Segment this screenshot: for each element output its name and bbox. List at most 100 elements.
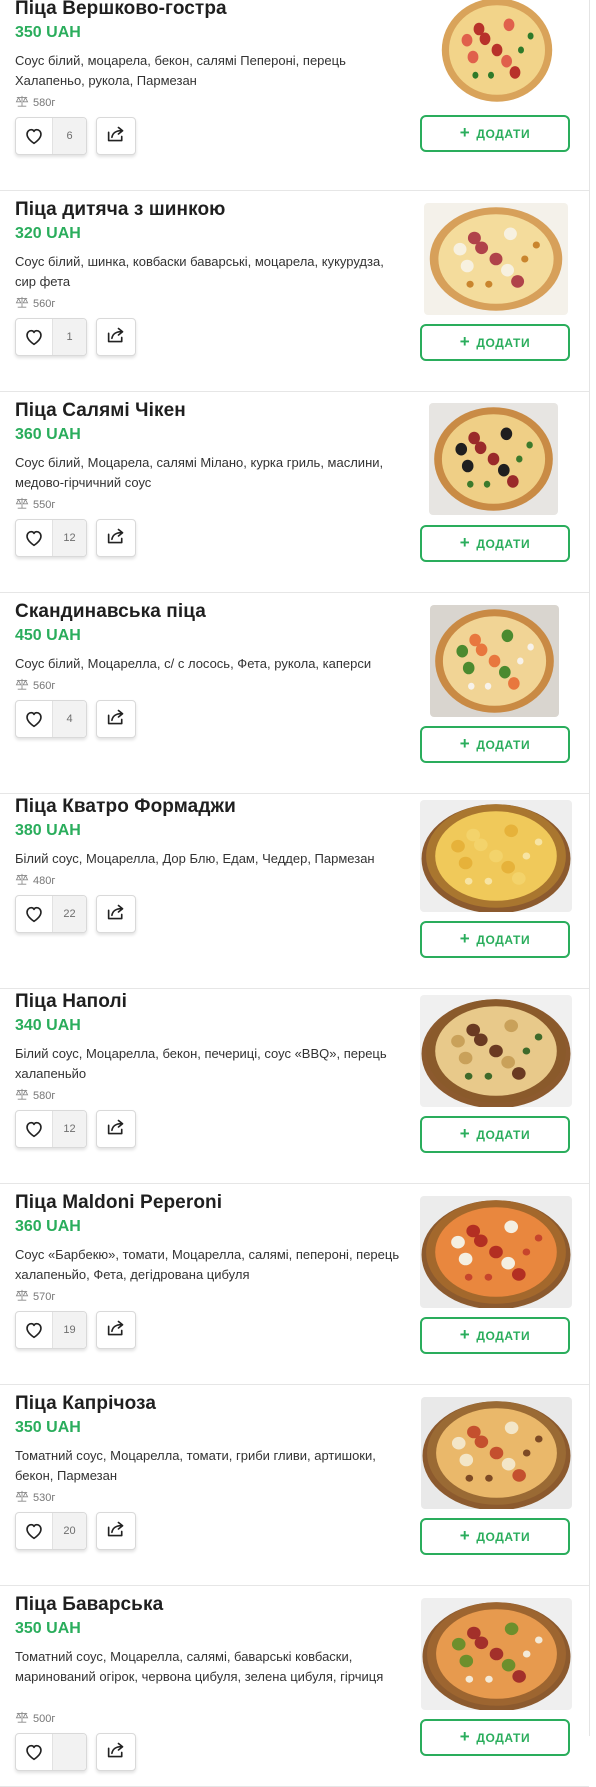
product-price: 450 UAH [15,627,81,644]
share-button[interactable] [96,1311,136,1349]
like-count: 22 [52,896,86,932]
heart-icon [16,896,52,932]
add-to-cart-button[interactable]: + ДОДАТИ [420,921,570,958]
product-price: 380 UAH [15,822,81,839]
plus-icon: + [459,332,471,351]
add-button-label: ДОДАТИ [476,1529,531,1544]
like-count: 6 [52,118,86,154]
share-icon [106,1319,126,1342]
add-to-cart-button[interactable]: + ДОДАТИ [420,1518,570,1555]
product-description: Томатний соус, Моцарелла, салямі, баварс… [15,1649,384,1684]
product-weight: 580г [15,1088,55,1103]
add-to-cart-button[interactable]: + ДОДАТИ [420,1317,570,1354]
share-button[interactable] [96,895,136,933]
product-description: Томатний соус, Моцарелла, томати, гриби … [15,1448,376,1483]
scales-icon [15,678,29,693]
product-image[interactable] [437,0,557,106]
add-to-cart-button[interactable]: + ДОДАТИ [420,324,570,361]
like-count: 19 [52,1312,86,1348]
product-image[interactable] [421,1598,572,1710]
product-price: 350 UAH [15,1419,81,1436]
product-name[interactable]: Піца Баварська [15,1594,163,1616]
weight-value: 480г [33,874,56,887]
product-name[interactable]: Піца Салямі Чікен [15,400,186,422]
scales-icon [15,873,29,888]
product-price: 350 UAH [15,1620,81,1637]
product-card: Піца Кватро Формаджи 380 UAH Білий соус,… [0,789,589,989]
heart-icon [16,1111,52,1147]
product-list: Піца Вершково-гостра 350 UAH Соус білий,… [0,0,590,1787]
add-to-cart-button[interactable]: + ДОДАТИ [420,525,570,562]
product-price: 350 UAH [15,24,81,41]
product-weight: 480г [15,873,55,888]
product-card: Піца Капрічоза 350 UAH Томатний соус, Мо… [0,1386,589,1586]
product-image[interactable] [420,800,572,912]
like-button[interactable]: 1 [15,318,87,356]
product-name[interactable]: Піца Вершково-гостра [15,0,227,20]
like-button[interactable]: 4 [15,700,87,738]
like-count [52,1734,86,1770]
like-count: 12 [52,520,86,556]
product-name[interactable]: Піца Капрічоза [15,1393,156,1415]
product-weight: 530г [15,1490,55,1505]
product-weight: 560г [15,678,55,693]
plus-icon: + [459,734,471,753]
like-button[interactable]: 22 [15,895,87,933]
product-name[interactable]: Піца Наполі [15,991,127,1013]
add-to-cart-button[interactable]: + ДОДАТИ [420,1719,570,1756]
like-count: 12 [52,1111,86,1147]
weight-value: 500г [33,1712,56,1725]
product-image[interactable] [430,605,559,717]
scales-icon [15,497,29,512]
share-button[interactable] [96,117,136,155]
weight-value: 550г [33,498,56,511]
product-name[interactable]: Піца Кватро Формаджи [15,796,236,818]
product-image[interactable] [429,403,558,515]
product-price: 320 UAH [15,225,81,242]
like-button[interactable]: 19 [15,1311,87,1349]
product-image[interactable] [421,1397,572,1509]
product-card: Піца Наполі 340 UAH Білий соус, Моцарелл… [0,984,589,1184]
product-weight: 560г [15,296,55,311]
product-image[interactable] [424,203,568,315]
like-button[interactable]: 6 [15,117,87,155]
weight-value: 580г [33,96,56,109]
product-card: Піца Салямі Чікен 360 UAH Соус білий, Мо… [0,393,589,593]
product-weight: 550г [15,497,55,512]
share-button[interactable] [96,519,136,557]
add-to-cart-button[interactable]: + ДОДАТИ [420,1116,570,1153]
product-name[interactable]: Скандинавська піца [15,601,206,623]
add-to-cart-button[interactable]: + ДОДАТИ [420,115,570,152]
product-name[interactable]: Піца Maldoni Peperoni [15,1192,222,1214]
like-button[interactable]: 12 [15,1110,87,1148]
product-name[interactable]: Піца дитяча з шинкою [15,199,226,221]
product-card: Піца дитяча з шинкою 320 UAH Соус білий,… [0,192,589,392]
scales-icon [15,1289,29,1304]
share-icon [106,326,126,349]
product-description: Соус білий, моцарела, бекон, салямі Пепе… [15,53,346,88]
add-button-label: ДОДАТИ [476,737,531,752]
share-icon [106,125,126,148]
heart-icon [16,118,52,154]
share-button[interactable] [96,318,136,356]
like-button[interactable]: 20 [15,1512,87,1550]
plus-icon: + [459,533,471,552]
like-button[interactable] [15,1733,87,1771]
share-button[interactable] [96,700,136,738]
add-button-label: ДОДАТИ [476,1730,531,1745]
add-to-cart-button[interactable]: + ДОДАТИ [420,726,570,763]
product-image[interactable] [420,995,572,1107]
share-button[interactable] [96,1110,136,1148]
share-icon [106,1741,126,1764]
weight-value: 570г [33,1290,56,1303]
heart-icon [16,701,52,737]
plus-icon: + [459,1325,471,1344]
heart-icon [16,1312,52,1348]
add-button-label: ДОДАТИ [476,1127,531,1142]
product-weight: 580г [15,95,55,110]
share-button[interactable] [96,1512,136,1550]
like-button[interactable]: 12 [15,519,87,557]
product-image[interactable] [420,1196,572,1308]
share-button[interactable] [96,1733,136,1771]
weight-value: 560г [33,679,56,692]
